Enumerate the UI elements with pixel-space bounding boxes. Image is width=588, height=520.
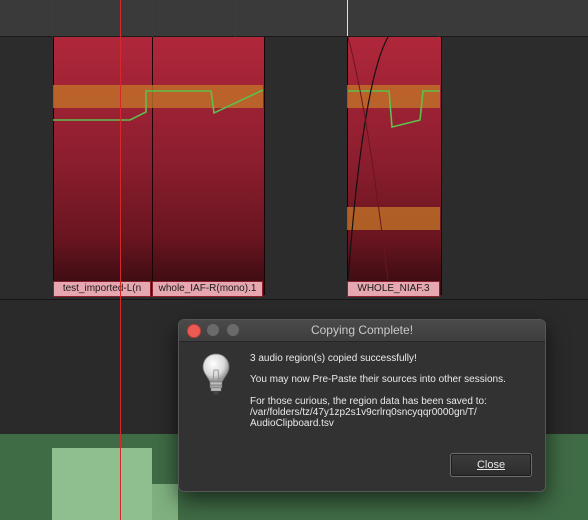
green-region[interactable] [52,448,152,520]
fade-curve [347,36,389,281]
lightbulb-icon [202,353,230,395]
message-saved-note: For those curious, the region data has b… [250,396,487,407]
fade-curve [347,36,389,281]
dialog-titlebar[interactable]: Copying Complete! [179,320,545,342]
playhead-cursor[interactable] [120,0,121,520]
region-label[interactable]: whole_IAF-R(mono).1 [152,281,263,297]
message-folder-path: /var/folders/tz/47y1zp2s1v9crlrq0sncyqqr… [250,407,477,418]
close-button[interactable]: Close [450,453,532,477]
message-copied: 3 audio region(s) copied successfully! [250,353,417,364]
copy-complete-dialog: Copying Complete! 3 audio region(s) copi… [178,319,546,492]
automation-line [348,90,440,129]
green-region[interactable] [152,484,178,520]
message-file-name: AudioClipboard.tsv [250,418,334,429]
automation-line [53,89,264,121]
dialog-title: Copying Complete! [310,323,414,337]
region-label[interactable]: test_imported-L(n [53,281,151,297]
message-pre-paste: You may now Pre-Paste their sources into… [250,374,506,385]
region-label[interactable]: WHOLE_NIAF.3 [347,281,440,297]
edit-point-marker[interactable] [347,0,348,36]
region-overlay-lines [53,36,440,281]
